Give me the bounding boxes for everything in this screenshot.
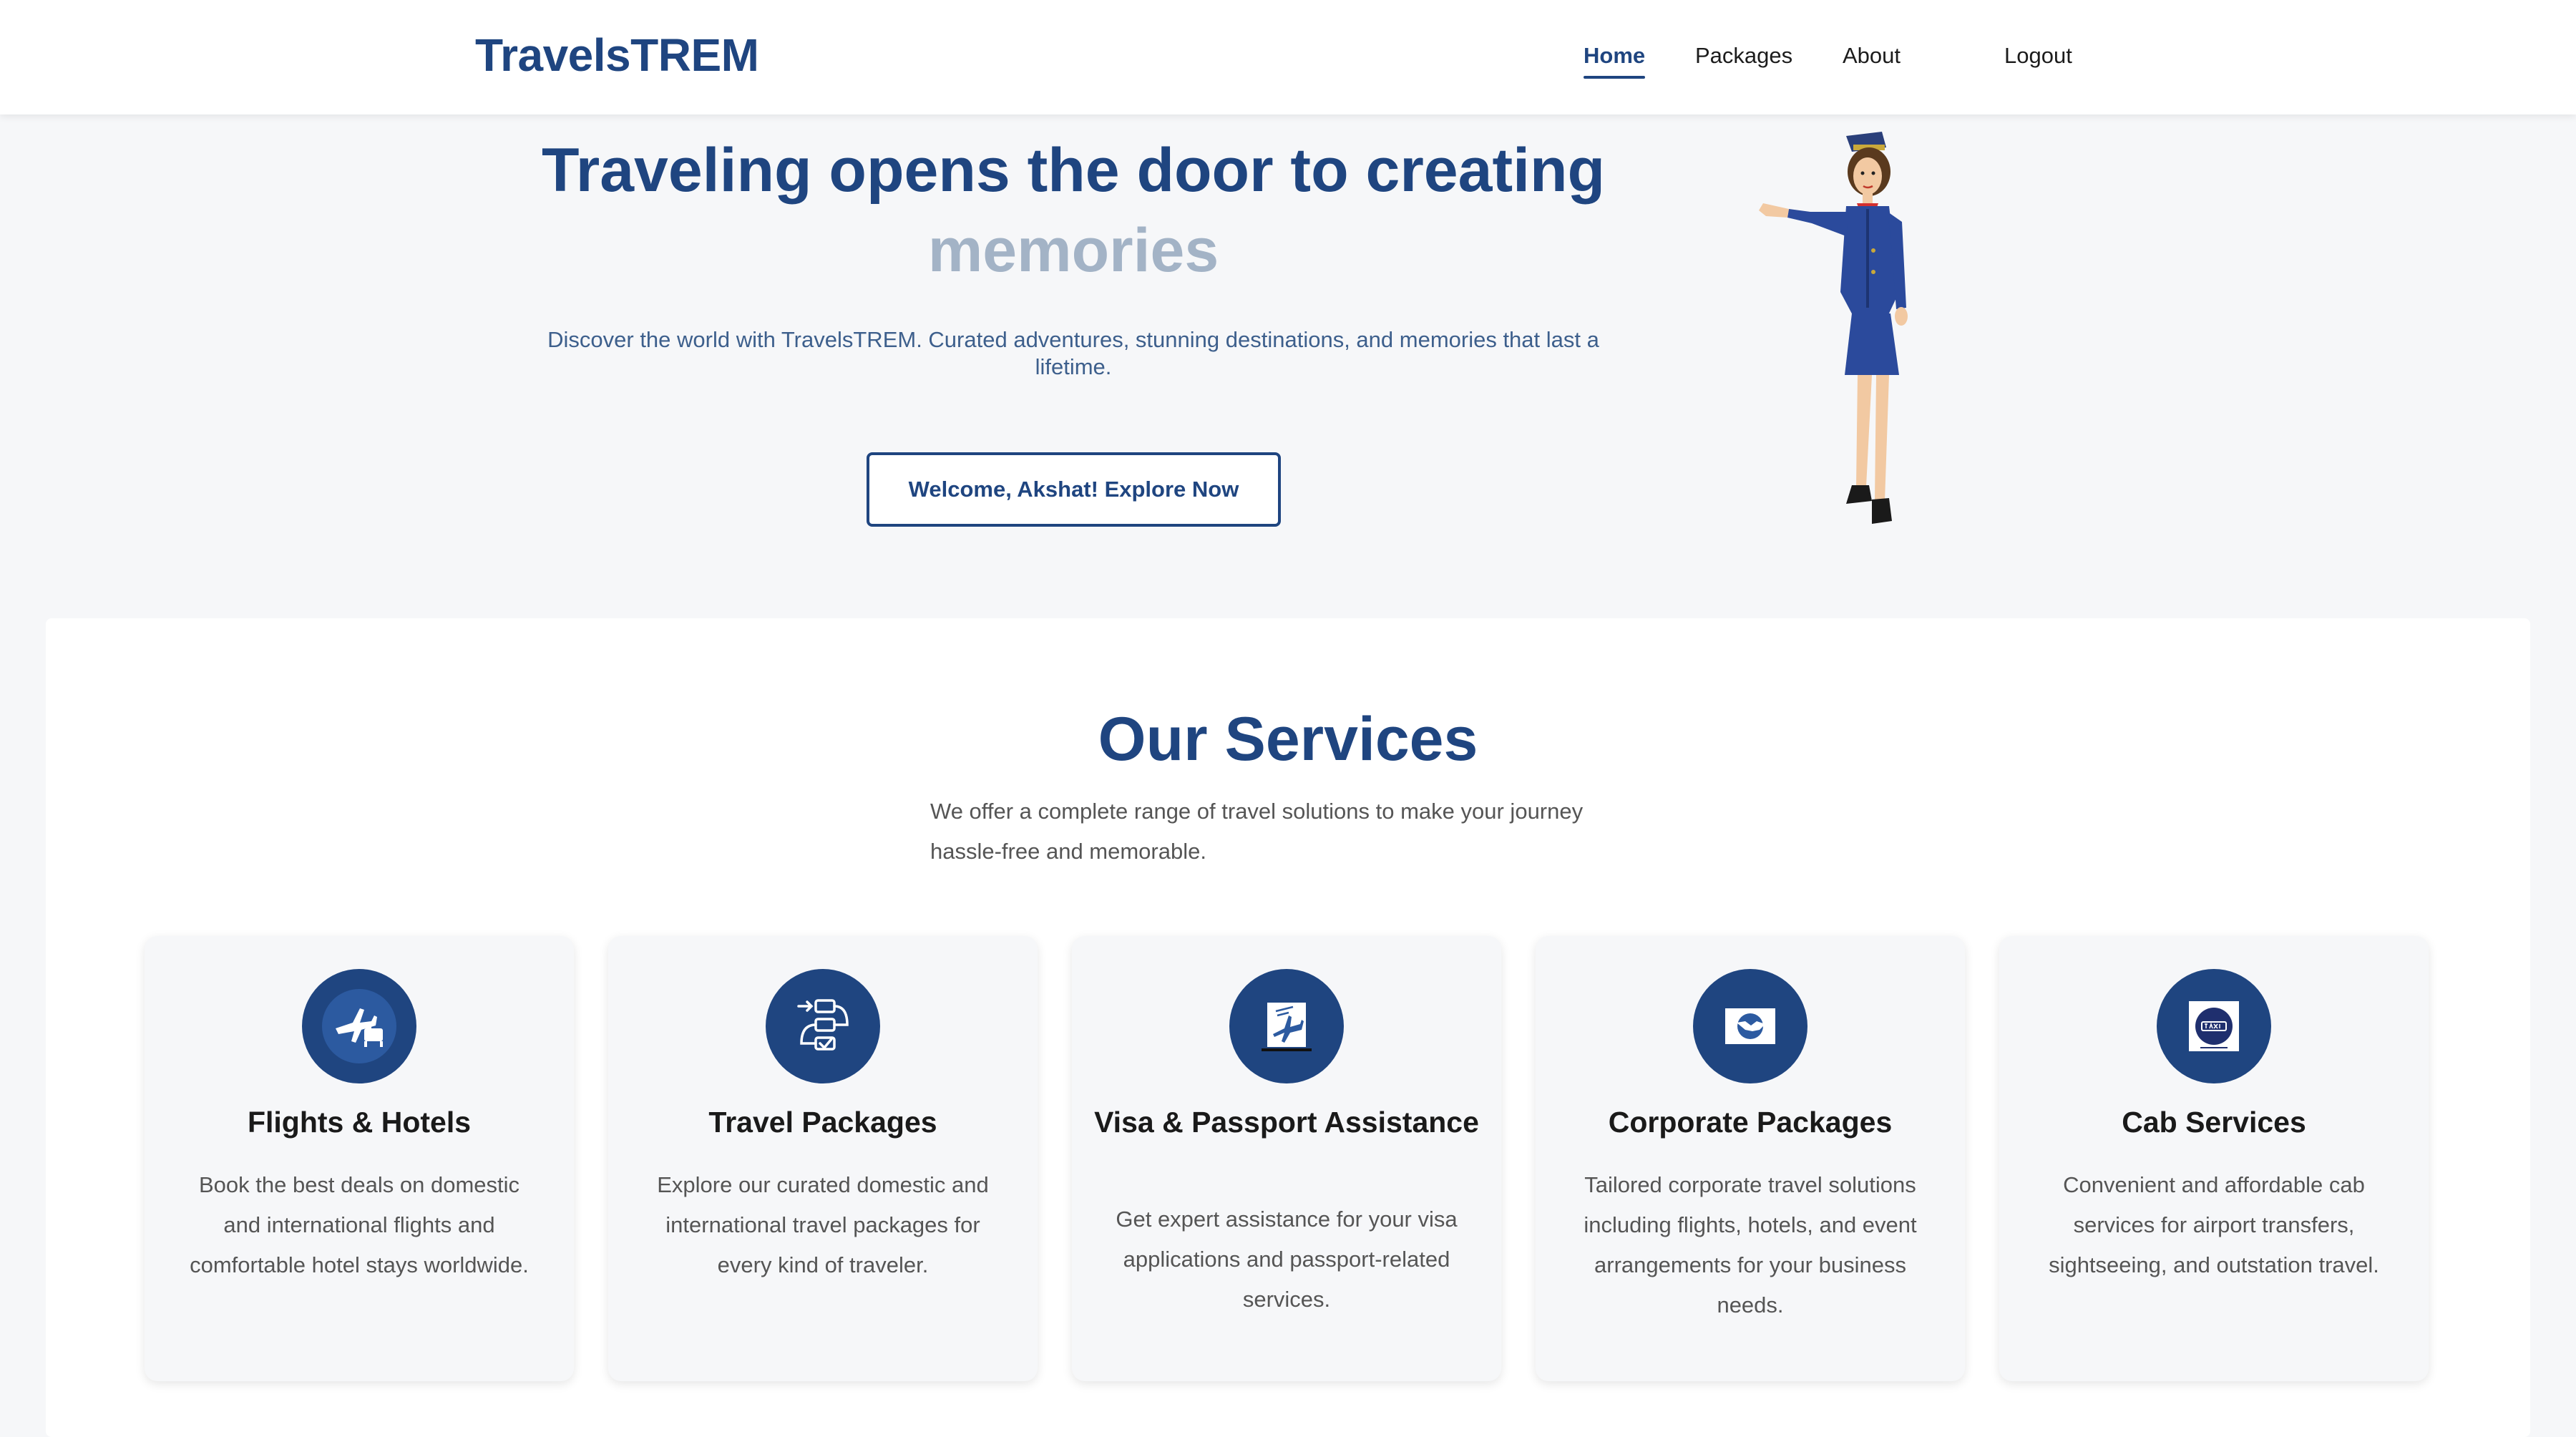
- hero-subtitle: Discover the world with TravelsTREM. Cur…: [547, 327, 1599, 379]
- service-title: Flights & Hotels: [247, 1106, 472, 1139]
- service-title: Corporate Packages: [1608, 1106, 1893, 1139]
- services-title: Our Services: [1098, 705, 1478, 774]
- nav-home[interactable]: Home: [1584, 43, 1646, 79]
- service-card-corporate-packages[interactable]: Corporate Packages Tailored corporate tr…: [1536, 936, 1965, 1381]
- service-title: Visa & Passport Assistance: [1094, 1106, 1479, 1139]
- service-card-flights-hotels[interactable]: Flights & Hotels Book the best deals on …: [145, 936, 574, 1381]
- service-description: Get expert assistance for your visa appl…: [1116, 1207, 1458, 1312]
- service-card-visa-passport[interactable]: Visa & Passport Assistance Get expert as…: [1072, 936, 1501, 1381]
- nav-logout[interactable]: Logout: [2004, 43, 2072, 69]
- itinerary-icon: [766, 969, 880, 1083]
- hero-title-accent: memories: [927, 216, 1219, 285]
- nav-packages[interactable]: Packages: [1695, 43, 1792, 69]
- passport-icon: [1229, 969, 1344, 1083]
- top-navbar: TravelsTREM Home Packages About Logout: [0, 0, 2576, 115]
- service-card-cab-services[interactable]: Cab Services Convenient and affordable c…: [1999, 936, 2429, 1381]
- service-description: Convenient and affordable cab services f…: [2049, 1172, 2379, 1277]
- services-section: Our Services We offer a complete range o…: [46, 618, 2530, 1437]
- flight-attendant-illustration: [1759, 132, 1908, 524]
- service-title: Cab Services: [2122, 1106, 2306, 1139]
- hero-title-main: Traveling opens the door to creating: [541, 136, 1606, 205]
- handshake-icon: [1693, 969, 1807, 1083]
- service-description: Explore our curated domestic and interna…: [657, 1172, 989, 1277]
- service-description: Book the best deals on domestic and inte…: [190, 1172, 529, 1277]
- service-title: Travel Packages: [708, 1106, 937, 1139]
- nav-about[interactable]: About: [1843, 43, 1901, 69]
- service-card-travel-packages[interactable]: Travel Packages Explore our curated dome…: [608, 936, 1038, 1381]
- taxi-icon: [2157, 969, 2271, 1083]
- explore-now-button[interactable]: Welcome, Akshat! Explore Now: [867, 452, 1281, 527]
- services-subtitle: We offer a complete range of travel solu…: [930, 799, 1584, 864]
- brand-logo[interactable]: TravelsTREM: [475, 29, 759, 82]
- service-description: Tailored corporate travel solutions incl…: [1584, 1172, 1917, 1317]
- hero-title: Traveling opens the door to creating mem…: [501, 130, 1646, 291]
- flight-hotel-icon: [302, 969, 416, 1083]
